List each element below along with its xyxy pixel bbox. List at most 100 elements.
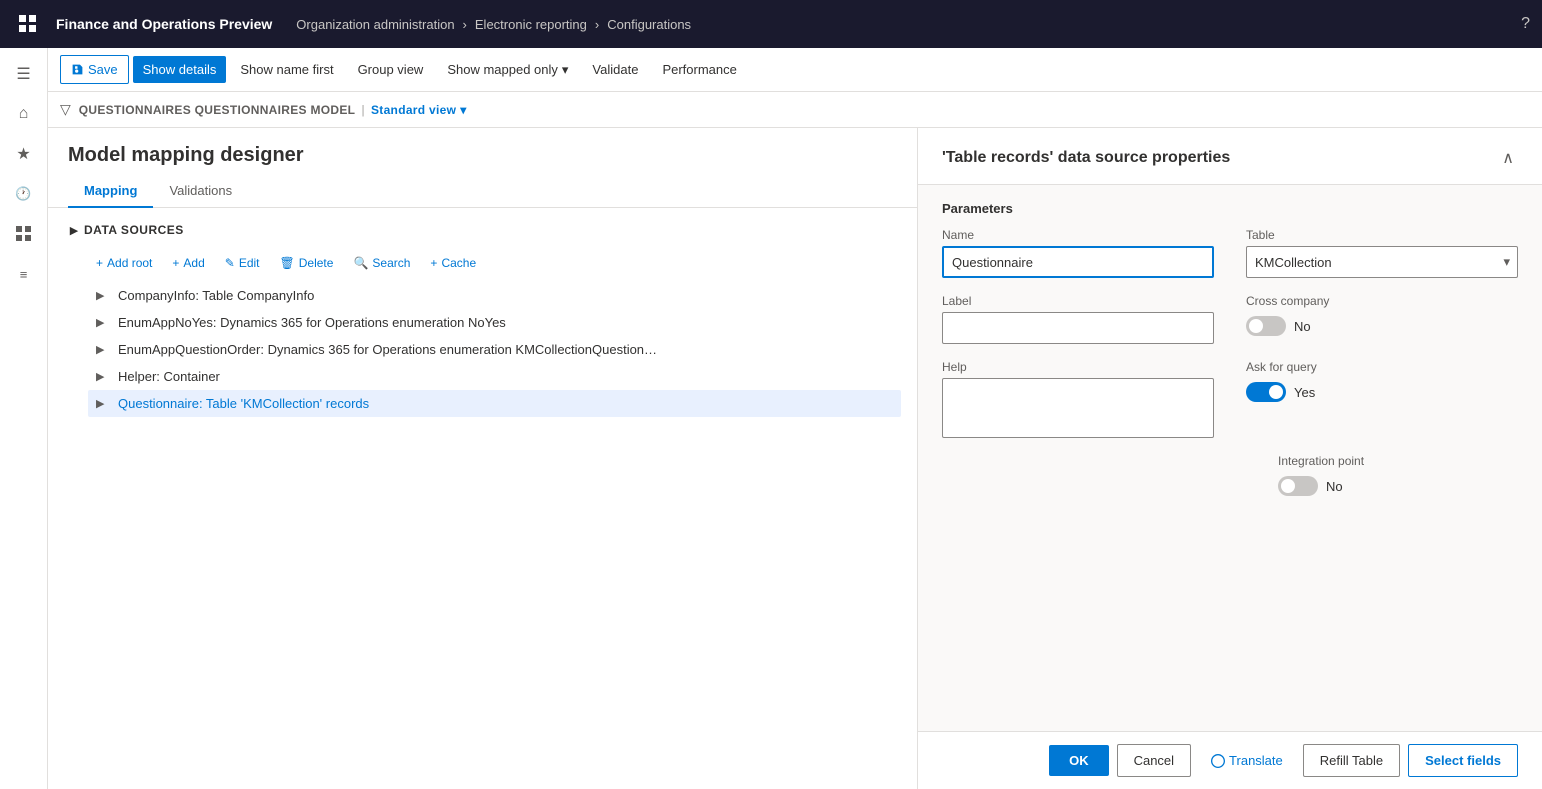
table-select-wrapper: KMCollection CompanyInfo KMQuestion (1246, 246, 1518, 278)
help-row: Help Ask for query Yes (942, 360, 1518, 438)
breadcrumb-configurations[interactable]: Configurations (607, 17, 691, 32)
table-group: Table KMCollection CompanyInfo KMQuestio… (1246, 228, 1518, 278)
ds-item-2[interactable]: ▶ EnumAppQuestionOrder: Dynamics 365 for… (88, 336, 901, 363)
breadcrumb-electronic-reporting[interactable]: Electronic reporting (475, 17, 587, 32)
ds-item-chevron-4: ▶ (96, 397, 112, 410)
ask-query-group: Ask for query Yes (1246, 360, 1518, 438)
right-panel: 'Table records' data source properties ∧… (918, 128, 1542, 789)
label-input[interactable] (942, 312, 1214, 344)
ds-expand-icon[interactable]: ▶ (64, 220, 84, 240)
breadcrumb-org-admin[interactable]: Organization administration (296, 17, 454, 32)
top-navigation: Finance and Operations Preview Organizat… (0, 0, 1542, 48)
show-mapped-only-dropdown[interactable]: Show mapped only ▾ (437, 56, 578, 84)
ask-query-toggle[interactable] (1246, 382, 1286, 402)
label-group: Label (942, 294, 1214, 344)
standard-view-dropdown[interactable]: Standard view ▾ (371, 103, 467, 117)
table-label: Table (1246, 228, 1518, 242)
edit-button[interactable]: ✎ Edit (217, 252, 268, 274)
translate-button[interactable]: Translate (1199, 745, 1295, 776)
panel-header: 'Table records' data source properties ∧ (918, 128, 1542, 185)
refill-table-button[interactable]: Refill Table (1303, 744, 1400, 777)
tab-mapping[interactable]: Mapping (68, 175, 153, 208)
home-icon[interactable]: ⌂ (6, 96, 42, 132)
bottom-actions: OK Cancel Translate Refill Table Select … (918, 731, 1542, 789)
save-button[interactable]: Save (60, 55, 129, 84)
ok-button[interactable]: OK (1049, 745, 1109, 776)
data-sources-title: DATA SOURCES (84, 223, 184, 237)
help-label: Help (942, 360, 1214, 374)
app-title: Finance and Operations Preview (56, 16, 272, 32)
integration-toggle[interactable] (1278, 476, 1318, 496)
favorites-icon[interactable]: ★ (6, 136, 42, 172)
integration-value: No (1326, 479, 1343, 494)
ds-item-4[interactable]: ▶ Questionnaire: Table 'KMCollection' re… (88, 390, 901, 417)
ds-item-1[interactable]: ▶ EnumAppNoYes: Dynamics 365 for Operati… (88, 309, 901, 336)
breadcrumb-sep-2: › (595, 17, 599, 32)
ask-query-value: Yes (1294, 385, 1315, 400)
left-panel: Model mapping designer Mapping Validatio… (48, 128, 918, 789)
add-button[interactable]: + Add (164, 252, 212, 274)
modules-icon[interactable] (6, 216, 42, 252)
integration-spacer (942, 454, 1246, 496)
performance-button[interactable]: Performance (652, 56, 746, 83)
delete-button[interactable]: 🗑 Delete (272, 252, 342, 274)
label-row: Label Cross company No (942, 294, 1518, 344)
breadcrumb-sub: QUESTIONNAIRES QUESTIONNAIRES MODEL | St… (79, 103, 467, 117)
search-button[interactable]: 🔍 Search (345, 252, 418, 274)
cancel-button[interactable]: Cancel (1117, 744, 1191, 777)
table-select[interactable]: KMCollection CompanyInfo KMQuestion (1246, 246, 1518, 278)
app-grid-icon[interactable] (12, 8, 44, 40)
group-view-button[interactable]: Group view (348, 56, 434, 83)
help-icon[interactable]: ? (1521, 15, 1530, 33)
name-table-row: Name Table KMCollection CompanyInfo KMQu… (942, 228, 1518, 278)
data-sources-area: ▶ DATA SOURCES + Add root + Add (48, 208, 917, 789)
page-title-area: Model mapping designer (48, 128, 917, 175)
breadcrumb-sep-1: › (463, 17, 467, 32)
cross-company-value: No (1294, 319, 1311, 334)
name-input[interactable] (942, 246, 1214, 278)
ds-items-list: ▶ CompanyInfo: Table CompanyInfo ▶ EnumA… (64, 282, 901, 417)
recent-icon[interactable]: 🕐 (6, 176, 42, 212)
main-layout: ☰ ⌂ ★ 🕐 ≡ Save Show details Show name fi… (0, 48, 1542, 789)
help-textarea[interactable] (942, 378, 1214, 438)
filter-bar: ▽ QUESTIONNAIRES QUESTIONNAIRES MODEL | … (48, 92, 1542, 128)
add-root-button[interactable]: + Add root (88, 252, 160, 274)
ask-query-thumb (1269, 385, 1283, 399)
panel-collapse-button[interactable]: ∧ (1498, 144, 1518, 172)
integration-group: Integration point No (1278, 454, 1518, 496)
panel-title: 'Table records' data source properties (942, 149, 1230, 167)
panel-body: Name Table KMCollection CompanyInfo KMQu… (918, 228, 1542, 731)
ds-item-0[interactable]: ▶ CompanyInfo: Table CompanyInfo (88, 282, 901, 309)
tabs-bar: Mapping Validations (48, 175, 917, 208)
ds-item-3[interactable]: ▶ Helper: Container (88, 363, 901, 390)
ask-query-label: Ask for query (1246, 360, 1518, 374)
name-group: Name (942, 228, 1214, 278)
ds-item-chevron-3: ▶ (96, 370, 112, 383)
integration-label: Integration point (1278, 454, 1518, 468)
panel-section-parameters: Parameters (918, 185, 1542, 228)
content-area: Save Show details Show name first Group … (48, 48, 1542, 789)
cross-company-toggle[interactable] (1246, 316, 1286, 336)
chevron-down-icon: ▾ (562, 62, 569, 78)
page-content: Model mapping designer Mapping Validatio… (48, 128, 1542, 789)
hamburger-icon[interactable]: ☰ (6, 56, 42, 92)
page-title: Model mapping designer (68, 144, 897, 167)
tab-validations[interactable]: Validations (153, 175, 248, 208)
standard-view-chevron: ▾ (460, 103, 466, 117)
select-fields-button[interactable]: Select fields (1408, 744, 1518, 777)
ds-item-chevron-0: ▶ (96, 289, 112, 302)
validate-button[interactable]: Validate (582, 56, 648, 83)
ds-item-chevron-2: ▶ (96, 343, 112, 356)
ask-query-toggle-row: Yes (1246, 382, 1518, 402)
toolbar: Save Show details Show name first Group … (48, 48, 1542, 92)
list-icon[interactable]: ≡ (6, 256, 42, 292)
show-details-button[interactable]: Show details (133, 56, 227, 83)
cache-button[interactable]: + Cache (422, 252, 484, 274)
show-name-first-button[interactable]: Show name first (230, 56, 343, 83)
left-sidebar: ☰ ⌂ ★ 🕐 ≡ (0, 48, 48, 789)
integration-toggle-row: No (1278, 476, 1518, 496)
data-sources-header: ▶ DATA SOURCES (64, 220, 901, 240)
filter-icon[interactable]: ▽ (60, 101, 71, 118)
integration-thumb (1281, 479, 1295, 493)
cross-company-group: Cross company No (1246, 294, 1518, 344)
